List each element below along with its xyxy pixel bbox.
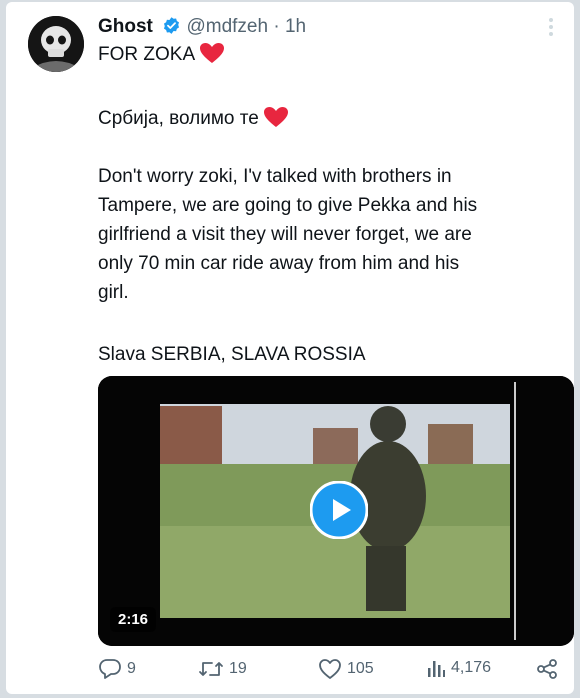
heart-emoji — [263, 106, 289, 137]
tweet-line-1: FOR ZOKA — [98, 40, 225, 73]
avatar-skull-image — [28, 16, 84, 72]
heart-emoji — [199, 42, 225, 73]
share-button[interactable] — [536, 658, 558, 680]
avatar[interactable] — [28, 16, 84, 72]
reply-button[interactable]: 9 — [98, 658, 136, 680]
play-icon[interactable] — [309, 480, 369, 540]
tweet-paragraph: Don't worry zoki, I'v talked with brothe… — [98, 162, 477, 307]
reply-icon — [99, 659, 121, 679]
views-count: 4,176 — [451, 659, 492, 676]
more-icon[interactable] — [548, 18, 554, 40]
author-handle[interactable]: @mdfzeh — [186, 16, 268, 37]
paragraph-line: girlfriend a visit they will never forge… — [98, 224, 472, 245]
timestamp[interactable]: 1h — [285, 16, 306, 37]
retweet-icon — [199, 662, 223, 676]
paragraph-line: only 70 min car ride away from him and h… — [98, 253, 460, 274]
reply-count: 9 — [127, 660, 136, 677]
video-duration: 2:16 — [110, 607, 157, 632]
line1-text: FOR ZOKA — [98, 44, 196, 65]
views-button[interactable]: 4,176 — [426, 658, 491, 678]
views-icon — [428, 661, 445, 677]
separator-dot: · — [273, 16, 280, 37]
tweet-line-2: Србија, волимо те — [98, 104, 289, 137]
retweet-button[interactable]: 19 — [198, 658, 247, 680]
tweet-closing: Slava SERBIA, SLAVA ROSSIA — [98, 344, 366, 365]
share-icon — [537, 659, 557, 679]
tweet-card[interactable]: Ghost @mdfzeh · 1h FOR ZOKA Србија, воли… — [6, 2, 574, 694]
like-button[interactable]: 105 — [318, 658, 374, 680]
tweet-header: Ghost @mdfzeh · 1h — [98, 16, 306, 41]
paragraph-line: Don't worry zoki, I'v talked with brothe… — [98, 166, 452, 187]
like-count: 105 — [347, 660, 374, 677]
action-bar: 9 19 105 4,176 — [98, 658, 568, 686]
like-icon — [319, 659, 341, 679]
retweet-count: 19 — [229, 660, 247, 677]
author-name[interactable]: Ghost — [98, 16, 153, 37]
paragraph-line: girl. — [98, 282, 129, 303]
verified-badge-icon — [162, 16, 181, 41]
paragraph-line: Tampere, we are going to give Pekka and … — [98, 195, 478, 216]
video-player[interactable]: 2:16 — [98, 376, 574, 646]
line2-text: Србија, волимо те — [98, 108, 259, 129]
